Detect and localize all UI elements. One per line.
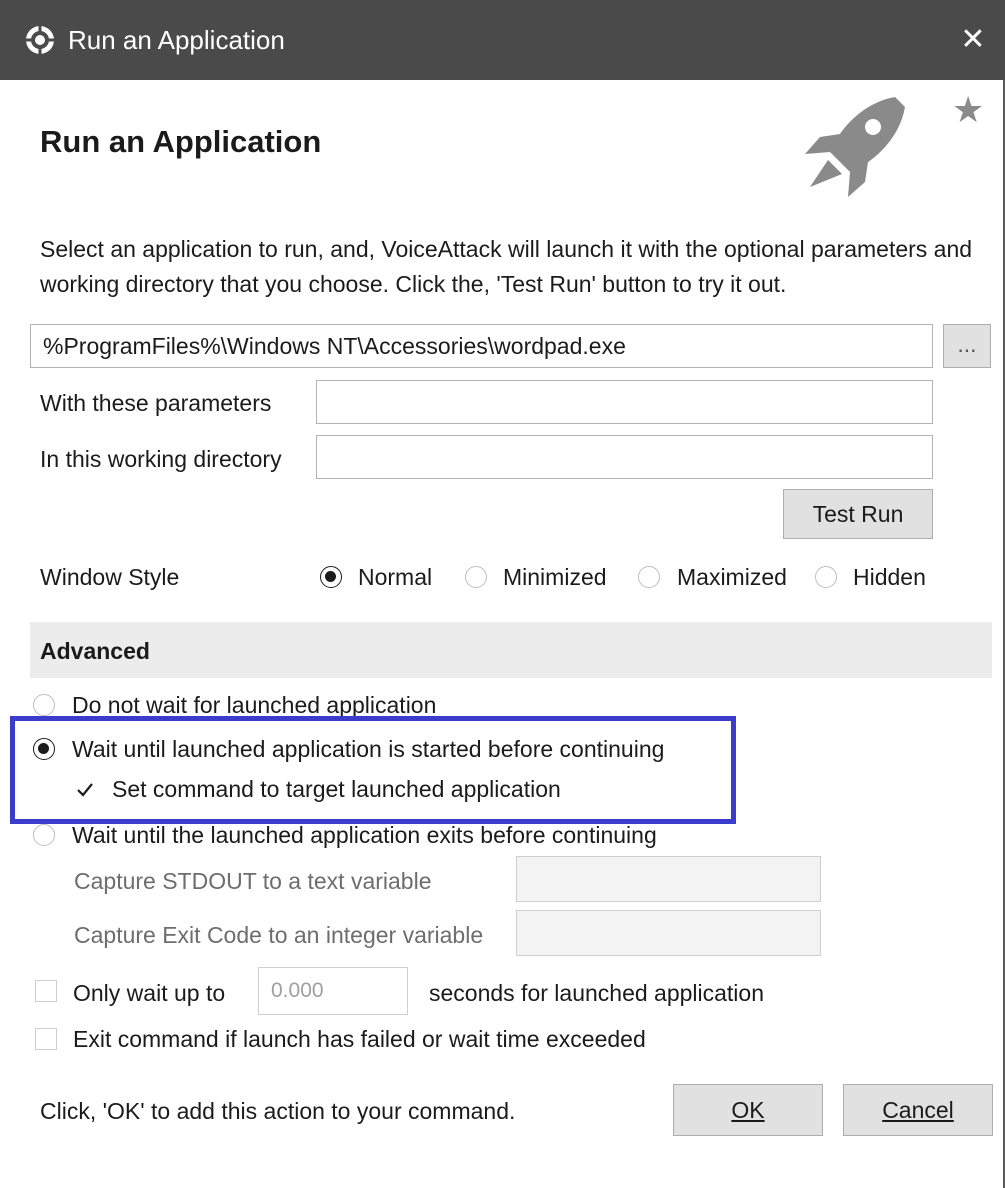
window-style-maximized-radio[interactable] — [638, 566, 660, 588]
capture-exit-code-label: Capture Exit Code to an integer variable — [74, 922, 484, 948]
test-run-button[interactable]: Test Run — [783, 489, 933, 539]
window-title: Run an Application — [68, 25, 285, 55]
window-style-maximized-label: Maximized — [677, 564, 787, 590]
working-directory-label: In this working directory — [40, 446, 282, 472]
application-path-input[interactable]: %ProgramFiles%\Windows NT\Accessories\wo… — [30, 324, 933, 368]
star-icon[interactable]: ★ — [952, 90, 984, 130]
window-style-label: Window Style — [40, 564, 180, 590]
dialog-heading: Run an Application — [40, 124, 322, 159]
capture-exit-code-input[interactable] — [516, 910, 821, 956]
only-wait-suffix-label: seconds for launched application — [429, 980, 765, 1006]
parameters-input[interactable] — [316, 380, 933, 424]
do-not-wait-radio[interactable] — [33, 694, 55, 716]
highlight-annotation — [10, 716, 736, 824]
browse-button[interactable]: ... — [943, 324, 991, 368]
cancel-button[interactable]: Cancel — [843, 1084, 993, 1136]
working-directory-input[interactable] — [316, 435, 933, 479]
window-style-hidden-radio[interactable] — [815, 566, 837, 588]
close-button[interactable]: ✕ — [950, 18, 996, 62]
voiceattack-gear-icon — [26, 26, 54, 54]
advanced-heading: Advanced — [40, 638, 150, 664]
capture-stdout-input[interactable] — [516, 856, 821, 902]
capture-stdout-label: Capture STDOUT to a text variable — [74, 868, 432, 894]
wait-seconds-input[interactable]: 0.000 — [258, 967, 408, 1015]
wait-until-exits-radio[interactable] — [33, 824, 55, 846]
parameters-label: With these parameters — [40, 390, 272, 416]
window-style-minimized-label: Minimized — [503, 564, 607, 590]
only-wait-checkbox[interactable] — [35, 980, 57, 1002]
exit-command-checkbox[interactable] — [35, 1028, 57, 1050]
window-style-hidden-label: Hidden — [853, 564, 926, 590]
only-wait-label: Only wait up to — [73, 980, 226, 1006]
footer-hint: Click, 'OK' to add this action to your c… — [40, 1098, 516, 1124]
ok-button[interactable]: OK — [673, 1084, 823, 1136]
rocket-icon — [805, 97, 905, 197]
window-style-normal-label: Normal — [358, 564, 433, 590]
window-style-normal-radio[interactable] — [320, 566, 342, 588]
close-icon: ✕ — [960, 23, 986, 56]
description-text: Select an application to run, and, Voice… — [40, 236, 973, 297]
advanced-section-header — [30, 622, 992, 678]
exit-command-label: Exit command if launch has failed or wai… — [73, 1026, 646, 1052]
window-style-minimized-radio[interactable] — [465, 566, 487, 588]
